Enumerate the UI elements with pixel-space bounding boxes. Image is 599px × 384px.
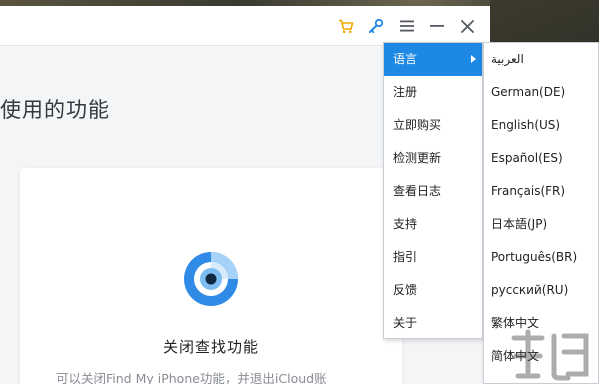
language-option-label: English(US) xyxy=(491,118,561,132)
language-option-french[interactable]: Français(FR) xyxy=(484,175,598,208)
menu-item-feedback[interactable]: 反馈 xyxy=(384,274,482,307)
menu-item-check-update[interactable]: 检测更新 xyxy=(384,142,482,175)
language-option-label: 简体中文 xyxy=(491,349,540,363)
menu-item-label: 注册 xyxy=(393,85,418,99)
menu-item-label: 检测更新 xyxy=(393,151,442,165)
menu-item-label: 支持 xyxy=(393,217,418,231)
card-description: 可以关闭Find My iPhone功能，并退出iCloud账 xyxy=(56,371,327,384)
language-option-label: русский(RU) xyxy=(491,283,569,297)
menu-item-label: 指引 xyxy=(393,250,418,264)
language-option-label: Português(BR) xyxy=(491,250,578,264)
language-option-label: Español(ES) xyxy=(491,151,563,165)
language-option-portuguese[interactable]: Português(BR) xyxy=(484,241,598,274)
menu-item-support[interactable]: 支持 xyxy=(384,208,482,241)
card-title: 关闭查找功能 xyxy=(162,338,259,356)
menu-item-view-log[interactable]: 查看日志 xyxy=(384,175,482,208)
menu-item-language[interactable]: 语言 xyxy=(384,43,482,76)
menu-item-label: 立即购买 xyxy=(393,118,442,132)
submenu-arrow-icon xyxy=(471,55,476,63)
page-heading: 使用的功能 xyxy=(0,98,110,122)
language-option-english[interactable]: English(US) xyxy=(484,109,598,142)
language-option-label: 繁体中文 xyxy=(491,316,540,330)
menu-item-label: 反馈 xyxy=(393,283,418,297)
menu-item-guide[interactable]: 指引 xyxy=(384,241,482,274)
language-option-simplified-chinese[interactable]: 简体中文 xyxy=(484,340,598,373)
language-option-label: 日本語(JP) xyxy=(491,217,548,231)
language-option-arabic[interactable]: العربية xyxy=(484,43,598,76)
language-option-japanese[interactable]: 日本語(JP) xyxy=(484,208,598,241)
title-bar xyxy=(0,6,490,46)
settings-menu: 语言 注册 立即购买 检测更新 查看日志 支持 指引 反馈 关于 xyxy=(383,42,483,339)
language-option-spanish[interactable]: Español(ES) xyxy=(484,142,598,175)
menu-icon[interactable] xyxy=(395,14,419,38)
disable-find-my-card[interactable]: 关闭查找功能 可以关闭Find My iPhone功能，并退出iCloud账 xyxy=(20,168,402,384)
language-option-label: German(DE) xyxy=(491,85,566,99)
menu-item-about[interactable]: 关于 xyxy=(384,307,482,340)
key-icon[interactable] xyxy=(364,14,388,38)
cart-icon[interactable] xyxy=(334,14,358,38)
menu-item-buy-now[interactable]: 立即购买 xyxy=(384,109,482,142)
language-submenu: العربية German(DE) English(US) Español(E… xyxy=(483,42,599,384)
minimize-icon[interactable] xyxy=(425,14,449,38)
menu-item-register[interactable]: 注册 xyxy=(384,76,482,109)
language-option-russian[interactable]: русский(RU) xyxy=(484,274,598,307)
language-option-label: العربية xyxy=(491,52,524,66)
language-option-label: Français(FR) xyxy=(491,184,566,198)
find-my-disable-icon xyxy=(182,250,240,308)
close-icon[interactable] xyxy=(455,14,479,38)
menu-item-label: 语言 xyxy=(393,52,418,66)
language-option-german[interactable]: German(DE) xyxy=(484,76,598,109)
menu-item-label: 查看日志 xyxy=(393,184,442,198)
menu-item-label: 关于 xyxy=(393,316,418,330)
language-option-traditional-chinese[interactable]: 繁体中文 xyxy=(484,307,598,340)
